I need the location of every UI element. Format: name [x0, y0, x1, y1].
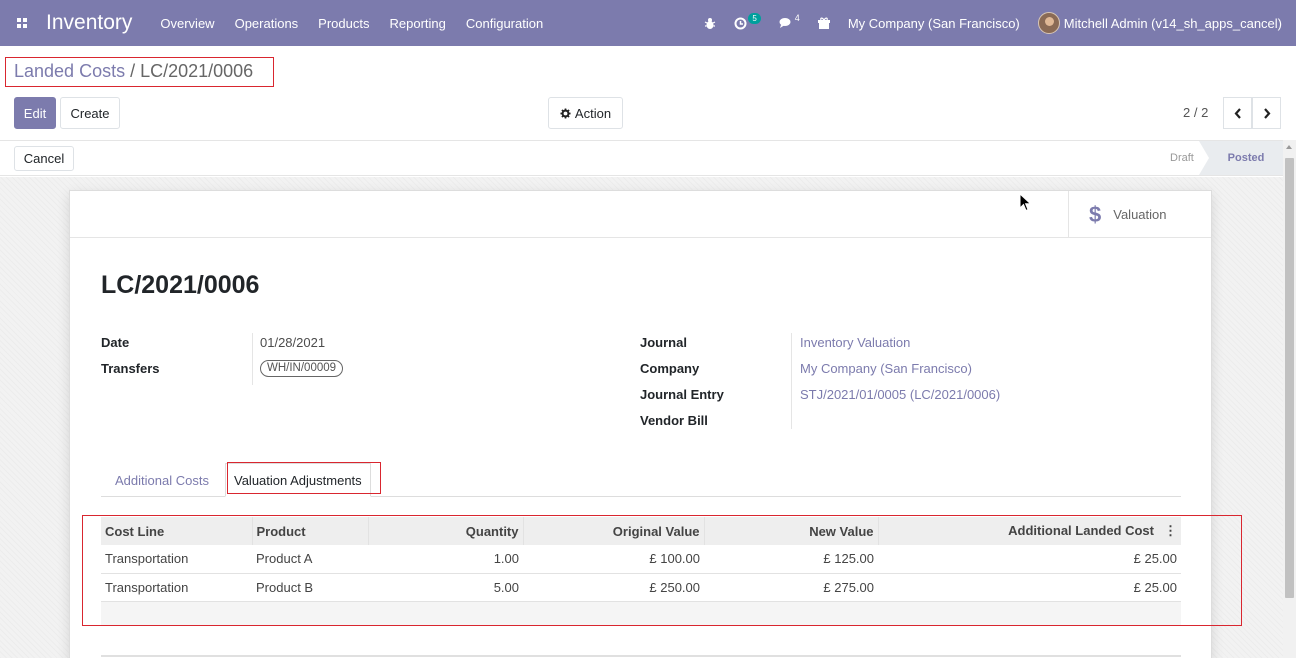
journal-label: Journal	[640, 335, 687, 350]
menu-configuration[interactable]: Configuration	[466, 16, 543, 31]
debug-icon[interactable]	[704, 17, 716, 30]
avatar	[1037, 12, 1060, 34]
date-label: Date	[101, 335, 130, 350]
journal-link[interactable]: Inventory Valuation	[800, 335, 910, 350]
status-draft: Draft	[1170, 152, 1194, 164]
record-title: LC/2021/0006	[101, 271, 260, 299]
systray: 5 4 My Company (San Francisco) Mitchell …	[704, 0, 1296, 46]
transfer-tag[interactable]: WH/IN/00009	[260, 360, 344, 377]
button-box: $ Valuation	[70, 191, 1211, 238]
valuation-smart-button[interactable]: $ Valuation	[1068, 191, 1211, 238]
form-statusbar: Cancel Draft Posted	[0, 140, 1283, 176]
pager-previous-button[interactable]	[1223, 97, 1252, 129]
menu-overview[interactable]: Overview	[160, 16, 214, 31]
field-divider	[791, 333, 792, 429]
scroll-up-arrow-icon[interactable]	[1286, 145, 1292, 149]
comments-icon	[779, 18, 791, 28]
clock-icon	[734, 17, 747, 29]
field-divider	[252, 333, 253, 385]
activity-menu[interactable]: 5	[734, 12, 761, 30]
company-link[interactable]: My Company (San Francisco)	[800, 361, 972, 376]
create-button[interactable]: Create	[60, 97, 120, 129]
dollar-icon: $	[1089, 201, 1102, 227]
date-field[interactable]: 01/28/2021	[260, 335, 325, 350]
cancel-button[interactable]: Cancel	[14, 146, 74, 171]
vendor-bill-label: Vendor Bill	[640, 413, 708, 428]
messaging-menu[interactable]: 4	[779, 13, 800, 29]
mouse-cursor-icon	[1019, 193, 1032, 212]
menu-products[interactable]: Products	[318, 16, 369, 31]
company-label: Company	[640, 361, 700, 376]
valuation-label: Valuation	[1113, 207, 1167, 222]
company-switcher[interactable]: My Company (San Francisco)	[848, 16, 1020, 31]
edit-button[interactable]: Edit	[14, 97, 56, 129]
scrollbar-thumb[interactable]	[1285, 158, 1294, 598]
messages-count: 4	[794, 13, 800, 23]
transfers-label: Transfers	[101, 361, 160, 376]
journal-entry-label: Journal Entry	[640, 387, 724, 402]
top-navbar: Inventory Overview Operations Products R…	[0, 0, 1296, 46]
vertical-scrollbar[interactable]	[1283, 140, 1296, 658]
gift-icon[interactable]	[817, 17, 830, 30]
section-separator	[101, 655, 1181, 657]
apps-menu-icon[interactable]	[0, 0, 44, 46]
tab-highlight	[227, 462, 381, 494]
chevron-right-icon	[1263, 107, 1270, 119]
menu-operations[interactable]: Operations	[235, 16, 299, 31]
table-highlight	[82, 515, 1242, 626]
tab-additional-costs[interactable]: Additional Costs	[115, 473, 209, 488]
breadcrumb-highlight	[5, 57, 274, 87]
user-name: Mitchell Admin (v14_sh_apps_cancel)	[1063, 15, 1282, 31]
activity-count-badge: 5	[748, 12, 761, 24]
action-label: Action	[574, 105, 612, 121]
chevron-left-icon	[1234, 107, 1241, 119]
pager-next-button[interactable]	[1252, 97, 1281, 129]
gear-icon	[560, 107, 571, 119]
pager-value[interactable]: 2 / 2	[1183, 105, 1208, 120]
user-menu[interactable]: Mitchell Admin (v14_sh_apps_cancel)	[1037, 12, 1282, 34]
status-posted: Posted	[1199, 141, 1283, 175]
menu-reporting[interactable]: Reporting	[389, 16, 445, 31]
journal-entry-link[interactable]: STJ/2021/01/0005 (LC/2021/0006)	[800, 387, 1000, 402]
main-menu: Overview Operations Products Reporting C…	[160, 16, 563, 31]
action-button[interactable]: Action	[548, 97, 623, 129]
app-name[interactable]: Inventory	[46, 11, 132, 35]
